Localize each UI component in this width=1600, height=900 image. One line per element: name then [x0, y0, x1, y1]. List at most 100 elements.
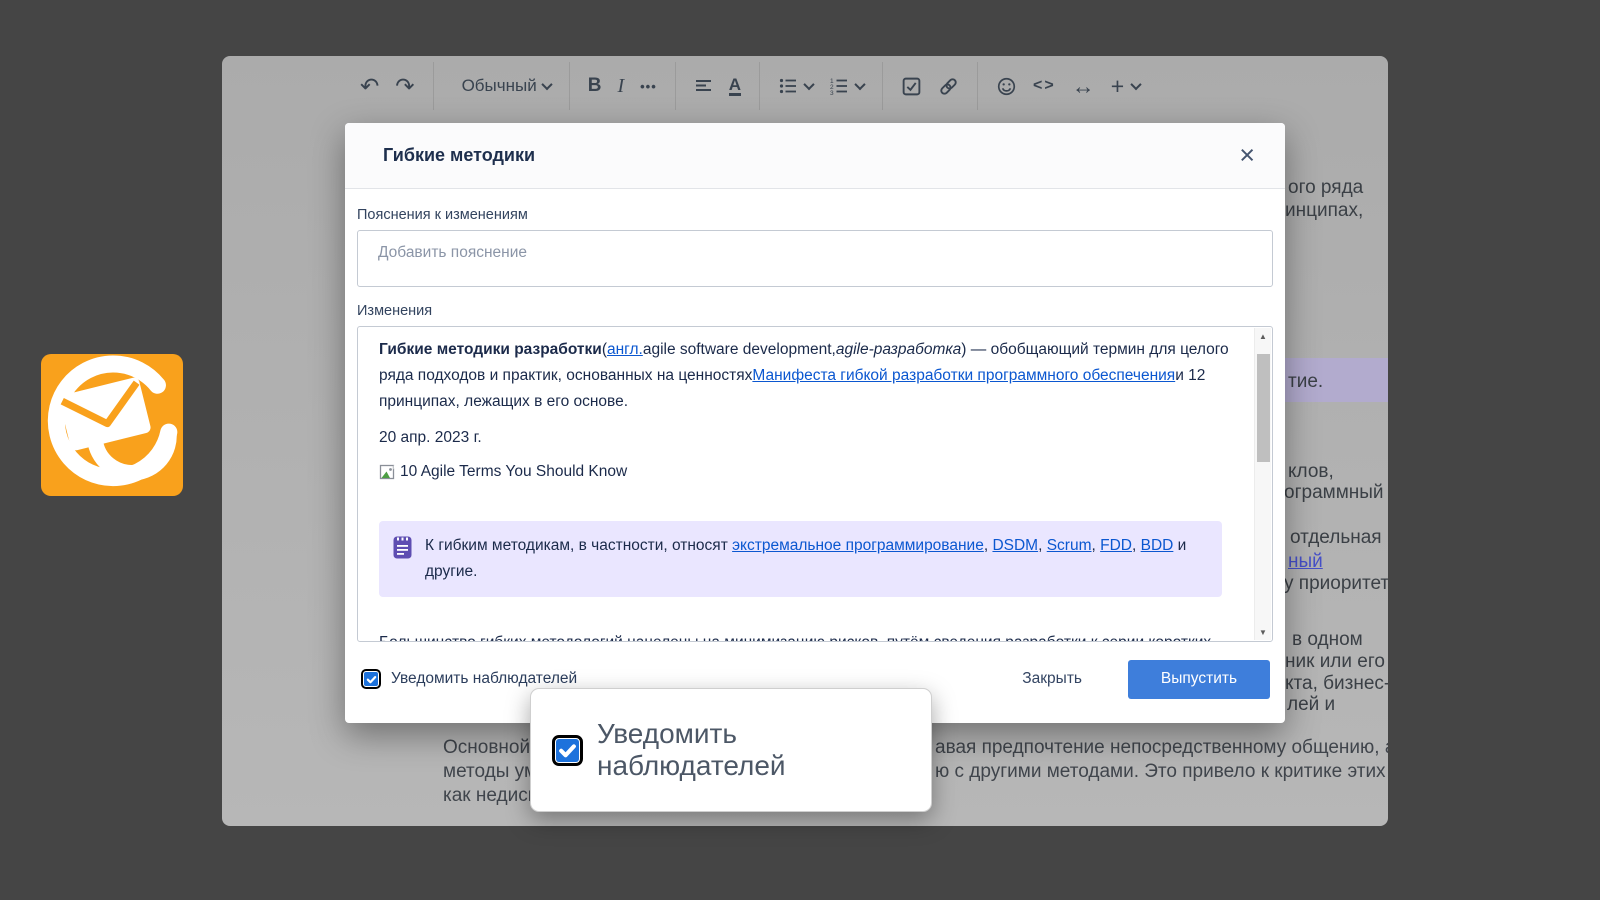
page-text-fragment: авая предпочтение непосредственному обще… — [935, 737, 1388, 759]
redo-button[interactable]: ↷ — [387, 66, 422, 106]
check-icon — [366, 674, 377, 685]
publish-button[interactable]: Выпустить — [1128, 660, 1270, 699]
changes-preview-panel: Гибкие методики разработки(англ.agile so… — [357, 326, 1273, 642]
scroll-up-arrow[interactable]: ▲ — [1255, 328, 1271, 344]
page-text-fragment: ограммный — [1284, 482, 1384, 504]
align-button[interactable] — [686, 66, 721, 106]
page-text-fragment: у приоритетов — [1284, 573, 1388, 595]
task-checkbox-icon — [901, 76, 922, 97]
notify-watchers-control[interactable]: Уведомить наблюдателей — [361, 669, 577, 689]
more-icon: ••• — [640, 79, 657, 94]
magnified-notify-checkbox-checked[interactable] — [552, 735, 583, 766]
note-icon — [393, 536, 412, 559]
scrollbar-thumb[interactable] — [1257, 354, 1270, 462]
broken-image-icon — [379, 463, 397, 481]
ordered-list-button[interactable]: 1 2 3 — [821, 66, 872, 106]
preview-italic: agile-разработка — [836, 341, 961, 358]
page-width-button[interactable]: ↔ — [1064, 66, 1103, 106]
page-text-fragment: клов, — [1288, 461, 1334, 483]
page-text-fragment: отдельная — [1290, 527, 1382, 549]
preview-bold-lead: Гибкие методики разработки — [379, 341, 602, 358]
bdd-link[interactable]: BDD — [1141, 537, 1174, 554]
undo-icon: ↶ — [360, 75, 379, 98]
preview-paragraph: Гибкие методики разработки(англ.agile so… — [379, 337, 1234, 415]
close-button[interactable]: Закрыть — [1022, 670, 1082, 688]
scrum-link[interactable]: Scrum — [1047, 537, 1092, 554]
page-link-fragment[interactable]: ный — [1288, 551, 1323, 573]
undo-button[interactable]: ↶ — [352, 66, 387, 106]
manifesto-link[interactable]: Манифеста гибкой разработки программного… — [752, 367, 1175, 384]
bold-icon: B — [588, 75, 602, 97]
close-icon[interactable]: × — [1239, 142, 1255, 169]
broken-image-line: 10 Agile Terms You Should Know — [379, 459, 1234, 485]
page-text-fragment: тие. — [1288, 371, 1323, 393]
publish-dialog: Гибкие методики × Пояснения к изменениям… — [345, 123, 1285, 723]
bold-button[interactable]: B — [580, 66, 610, 106]
width-arrows-icon: ↔ — [1072, 75, 1095, 98]
info-separator: , — [1092, 537, 1101, 554]
toolbar-divider — [569, 62, 570, 110]
insert-link-button[interactable] — [930, 66, 967, 106]
toolbar-divider — [977, 62, 978, 110]
check-icon — [558, 741, 577, 760]
dsdm-link[interactable]: DSDM — [992, 537, 1038, 554]
bullet-list-button[interactable] — [770, 66, 821, 106]
paragraph-style-label: Обычный — [452, 76, 543, 96]
info-text-part: К гибким методикам, в частности, относят — [425, 537, 732, 554]
page-text-fragment: кта, бизнес- — [1285, 673, 1388, 695]
comment-input[interactable] — [357, 230, 1273, 287]
align-left-icon — [694, 77, 713, 96]
paragraph-style-dropdown[interactable]: Обычный — [444, 66, 559, 106]
toolbar-divider — [433, 62, 434, 110]
text-color-icon: A — [729, 76, 741, 97]
mail-app-icon[interactable] — [41, 354, 183, 496]
magnified-notify-label: Уведомить наблюдателей — [597, 718, 931, 782]
page-text-fragment: как недисц — [443, 785, 539, 807]
page-text-fragment: ю с другими методами. Это привело к крит… — [935, 761, 1388, 783]
footer-actions: Закрыть Выпустить — [1022, 660, 1270, 699]
notify-checkbox-checked[interactable] — [361, 669, 381, 689]
info-panel: К гибким методикам, в частности, относят… — [379, 521, 1222, 597]
italic-button[interactable]: I — [609, 66, 632, 106]
emoji-icon — [996, 76, 1017, 97]
preview-date: 20 апр. 2023 г. — [379, 425, 1234, 451]
scrollbar[interactable]: ▲ ▼ — [1254, 328, 1271, 640]
chevron-down-icon — [541, 79, 552, 90]
svg-text:3: 3 — [830, 90, 834, 96]
page-text-fragment: ник или его — [1285, 651, 1385, 673]
page-text: Основной — [443, 737, 535, 758]
broken-image-alt: 10 Agile Terms You Should Know — [400, 459, 627, 485]
preview-text: agile software development, — [643, 341, 836, 358]
xp-link[interactable]: экстремальное программирование — [732, 537, 984, 554]
toolbar-divider — [882, 62, 883, 110]
chevron-down-icon — [803, 79, 814, 90]
notify-checkbox-label: Уведомить наблюдателей — [391, 670, 577, 688]
page-text-fragment: в одном — [1292, 629, 1363, 651]
link-icon — [938, 76, 959, 97]
more-formatting-button[interactable]: ••• — [632, 66, 665, 106]
fdd-link[interactable]: FDD — [1100, 537, 1132, 554]
page-text-fragment: инципах, — [1285, 200, 1363, 222]
code-icon: <> — [1033, 77, 1056, 95]
emoji-button[interactable] — [988, 66, 1025, 106]
info-separator: , — [1038, 537, 1047, 554]
magnifier-callout: Уведомить наблюдателей — [530, 688, 932, 812]
code-block-button[interactable]: <> — [1025, 66, 1064, 106]
italic-icon: I — [617, 75, 624, 98]
insert-more-button[interactable]: + — [1103, 66, 1148, 106]
toolbar-divider — [675, 62, 676, 110]
dialog-title: Гибкие методики — [383, 145, 535, 166]
info-text: К гибким методикам, в частности, относят… — [425, 533, 1208, 585]
comment-field-label: Пояснения к изменениям — [357, 207, 1273, 223]
info-icon-column — [379, 533, 425, 585]
mail-swirl-icon — [41, 354, 183, 496]
info-separator: , — [1132, 537, 1141, 554]
toolbar-divider — [759, 62, 760, 110]
chevron-down-icon — [1131, 79, 1142, 90]
task-list-button[interactable] — [893, 66, 930, 106]
page-text-fragment: ого ряда — [1288, 177, 1363, 199]
changes-preview-content: Гибкие методики разработки(англ.agile so… — [358, 327, 1254, 597]
ordered-list-icon: 1 2 3 — [829, 76, 849, 96]
text-color-button[interactable]: A — [721, 66, 749, 106]
lang-link[interactable]: англ. — [607, 341, 643, 358]
